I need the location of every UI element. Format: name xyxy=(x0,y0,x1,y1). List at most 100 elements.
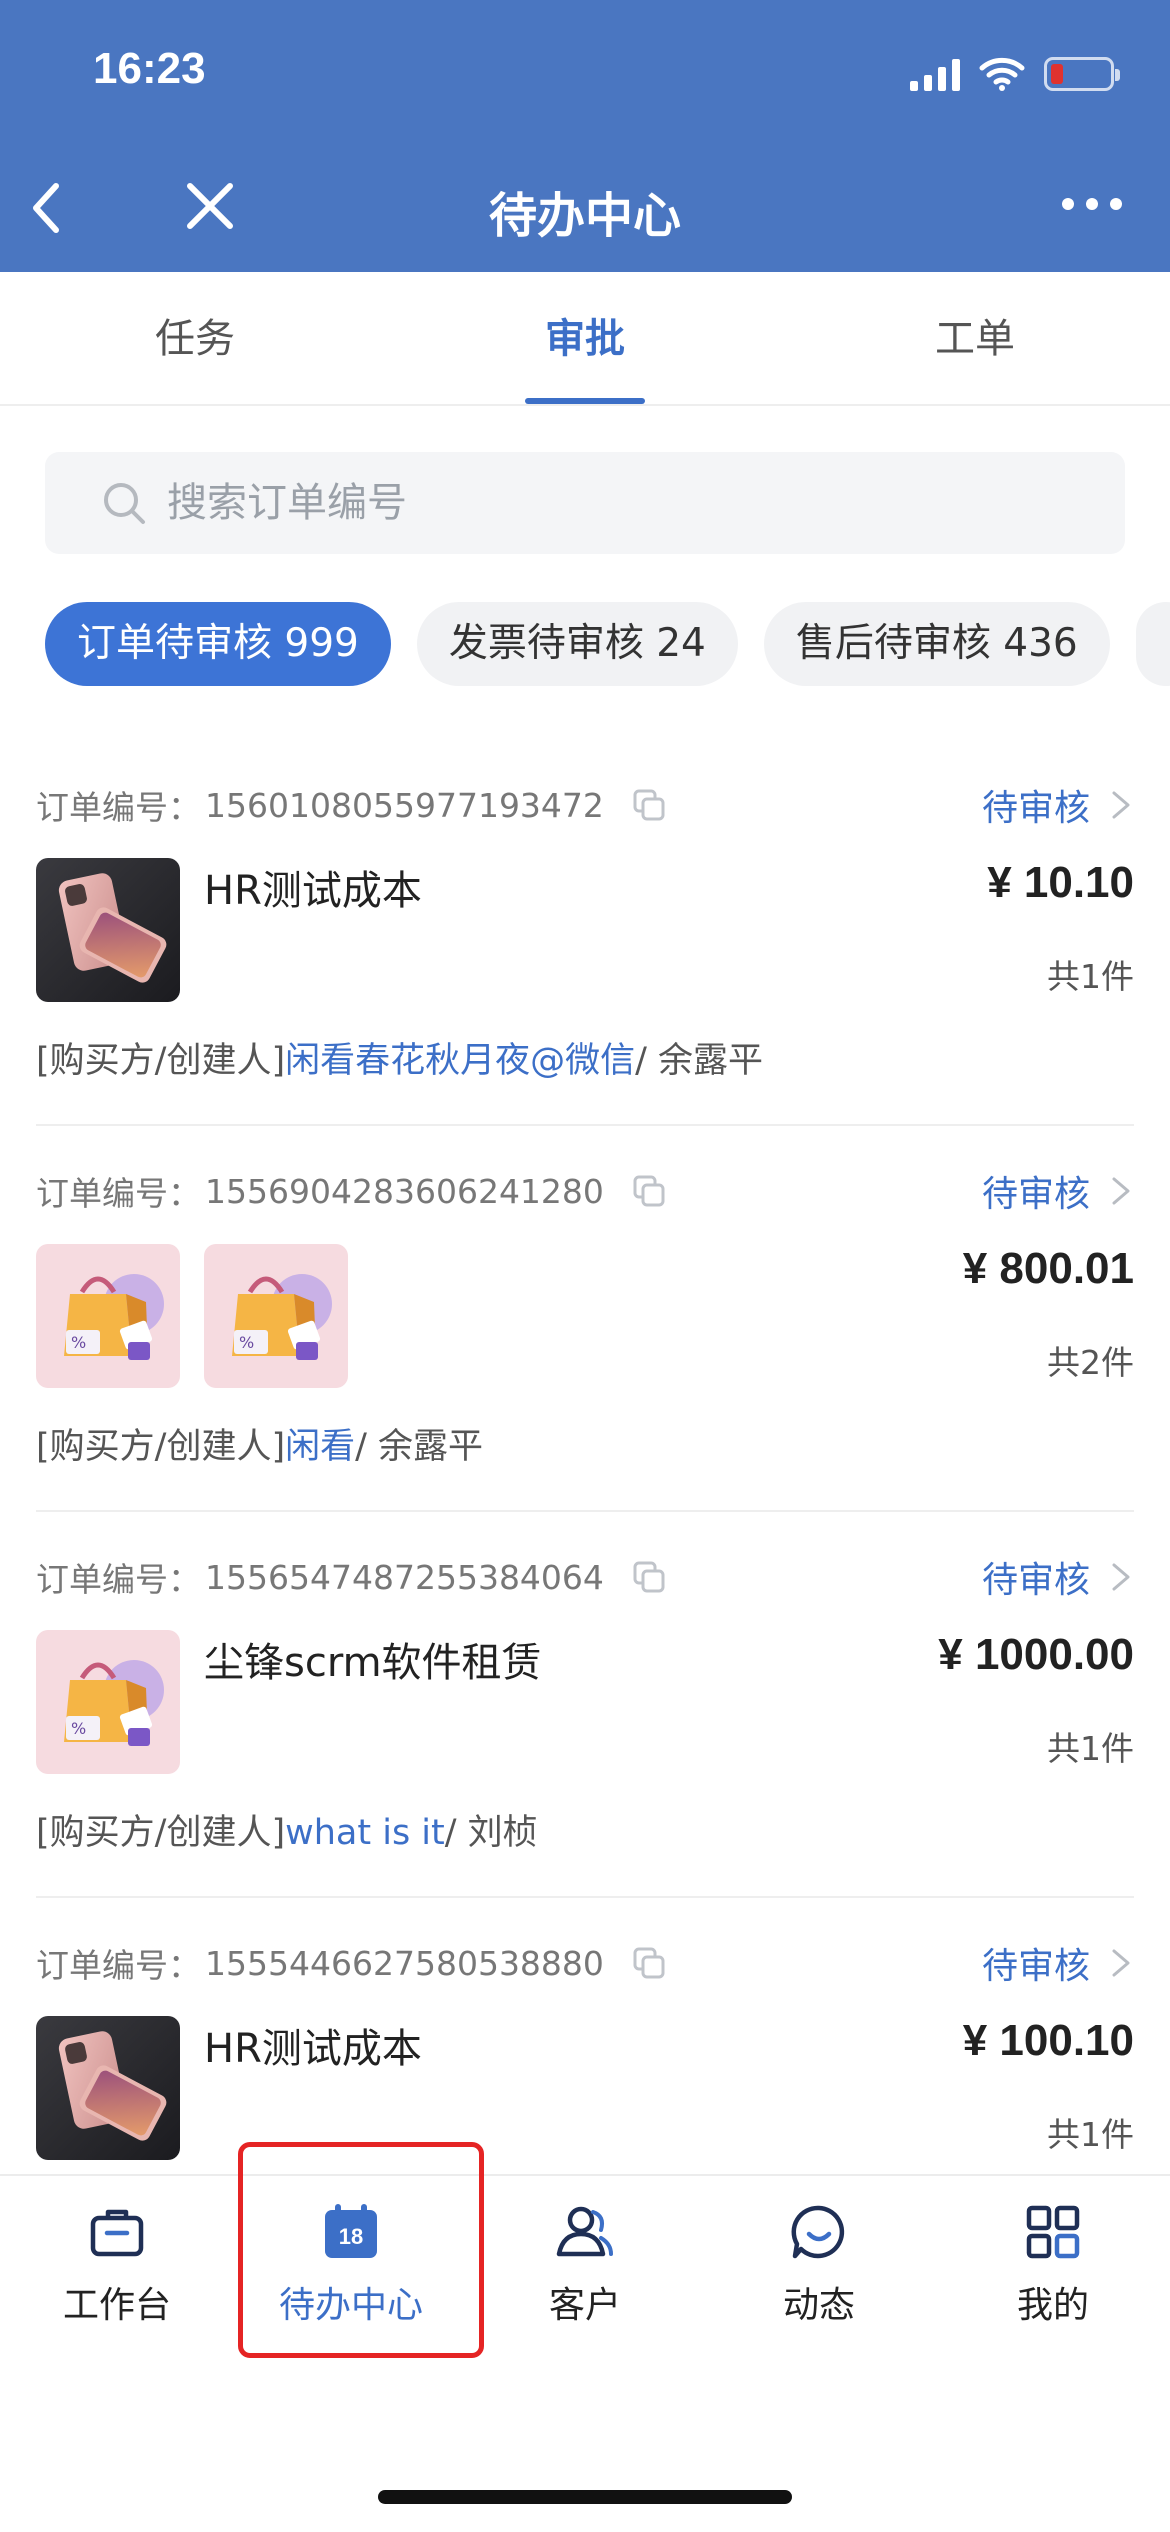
svg-text:%: % xyxy=(71,1719,86,1738)
buyer-name-link[interactable]: what is it xyxy=(285,1813,445,1853)
creator-name: / 刘桢 xyxy=(444,1813,538,1853)
status-icons xyxy=(910,52,1120,96)
buyer-info: [购买方/创建人]闲看/ 余露平 xyxy=(36,1418,483,1469)
product-name: HR测试成本 xyxy=(204,2026,422,2072)
nav-item-workbench[interactable]: 工作台 xyxy=(0,2176,234,2354)
phone-product-image xyxy=(36,2016,180,2160)
chip-more[interactable] xyxy=(1135,602,1170,686)
buyer-name-link[interactable]: 闲看 xyxy=(285,1427,355,1467)
product-thumbnails xyxy=(36,858,180,1002)
creator-name: / 余露平 xyxy=(355,1427,484,1467)
battery-icon xyxy=(1044,57,1120,91)
order-card[interactable]: 订单编号： 1556547487255384064 待审核 % 尘锋scrm软件… xyxy=(36,1512,1134,1898)
buyer-info: [购买方/创建人]闲看春花秋月夜@微信/ 余露平 xyxy=(36,1032,763,1083)
order-status[interactable]: 待审核 xyxy=(982,780,1134,830)
order-quantity: 共1件 xyxy=(1047,957,1134,996)
copy-icon[interactable] xyxy=(632,1560,666,1594)
header-bar: 16:23 待办中心 xyxy=(0,0,1170,272)
order-status[interactable]: 待审核 xyxy=(982,1938,1134,1988)
more-icon[interactable] xyxy=(1062,198,1122,210)
status-label: 待审核 xyxy=(981,1946,1090,1987)
chevron-right-icon xyxy=(1112,1177,1130,1205)
order-header: 订单编号： 1555446627580538880 待审核 xyxy=(36,1938,1134,1988)
order-status[interactable]: 待审核 xyxy=(982,1552,1134,1602)
customer-icon xyxy=(556,2206,613,2257)
grid-icon xyxy=(1026,2205,1080,2259)
order-number-label: 订单编号： xyxy=(36,1946,201,1985)
buyer-name-link[interactable]: 闲看春花秋月夜@微信 xyxy=(285,1041,635,1081)
phone-product-image xyxy=(36,858,180,1002)
order-number-label: 订单编号： xyxy=(36,1174,201,1213)
highlight-annotation xyxy=(238,2142,484,2358)
status-label: 待审核 xyxy=(981,788,1090,829)
copy-icon[interactable] xyxy=(632,1174,666,1208)
order-status[interactable]: 待审核 xyxy=(982,1166,1134,1216)
chip-invoice-pending[interactable]: 发票待审核 24 xyxy=(416,602,738,686)
order-header: 订单编号： 1556904283606241280 待审核 xyxy=(36,1166,1134,1216)
page-title: 待办中心 xyxy=(488,188,681,244)
nav-label: 动态 xyxy=(782,2285,855,2326)
chevron-right-icon xyxy=(1112,791,1130,819)
nav-label: 工作台 xyxy=(62,2285,171,2326)
buyer-info: [购买方/创建人]what is it/ 刘桢 xyxy=(36,1804,538,1855)
copy-icon[interactable] xyxy=(632,788,666,822)
order-number-label: 订单编号： xyxy=(36,788,201,827)
buyer-prefix: [购买方/创建人] xyxy=(36,1427,286,1467)
tab-work-order[interactable]: 工单 xyxy=(780,272,1170,404)
order-header: 订单编号： 1556547487255384064 待审核 xyxy=(36,1552,1134,1602)
order-card[interactable]: 订单编号： 1560108055977193472 待审核 HR测试成本 ¥ 1… xyxy=(36,740,1134,1126)
filter-chips: 订单待审核 999 发票待审核 24 售后待审核 436 xyxy=(45,602,1170,686)
nav-label: 客户 xyxy=(548,2285,621,2326)
shopping-bag-image: % xyxy=(204,1244,348,1388)
chip-order-pending[interactable]: 订单待审核 999 xyxy=(45,602,391,686)
tab-approval[interactable]: 审批 xyxy=(390,272,780,404)
nav-label: 我的 xyxy=(1016,2285,1089,2326)
chevron-right-icon xyxy=(1112,1563,1130,1591)
status-time: 16:23 xyxy=(93,44,206,93)
nav-item-customers[interactable]: 客户 xyxy=(468,2176,702,2354)
tab-tasks[interactable]: 任务 xyxy=(0,272,390,404)
order-quantity: 共1件 xyxy=(1047,2115,1134,2154)
order-header: 订单编号： 1560108055977193472 待审核 xyxy=(36,780,1134,830)
buyer-prefix: [购买方/创建人] xyxy=(36,1813,286,1853)
order-number: 1556547487255384064 xyxy=(205,1557,604,1597)
status-label: 待审核 xyxy=(981,1560,1090,1601)
nav-item-feed[interactable]: 动态 xyxy=(702,2176,936,2354)
search-icon xyxy=(104,483,145,524)
order-price: ¥ 1000.00 xyxy=(938,1630,1134,1679)
signal-icon xyxy=(910,57,960,91)
bottom-nav: 工作台 18 待办中心 客户 动态 我的 xyxy=(0,2174,1170,2532)
order-quantity: 共2件 xyxy=(1047,1343,1134,1382)
shopping-bag-image: % xyxy=(36,1244,180,1388)
order-list: 订单编号： 1560108055977193472 待审核 HR测试成本 ¥ 1… xyxy=(36,740,1134,2284)
order-quantity: 共1件 xyxy=(1047,1729,1134,1768)
svg-text:%: % xyxy=(239,1333,254,1352)
search-input[interactable] xyxy=(167,480,967,526)
chevron-right-icon xyxy=(1112,1949,1130,1977)
home-indicator xyxy=(378,2490,792,2504)
order-number: 1556904283606241280 xyxy=(205,1171,604,1211)
order-number: 1560108055977193472 xyxy=(205,785,604,825)
copy-icon[interactable] xyxy=(632,1946,666,1980)
product-thumbnails: % % xyxy=(36,1244,348,1388)
order-price: ¥ 800.01 xyxy=(962,1244,1134,1293)
shopping-bag-image: % xyxy=(36,1630,180,1774)
chip-aftersale-pending[interactable]: 售后待审核 436 xyxy=(763,602,1110,686)
creator-name: / 余露平 xyxy=(635,1041,764,1081)
order-card[interactable]: 订单编号： 1556904283606241280 待审核 % % ¥ 800.… xyxy=(36,1126,1134,1512)
order-number-label: 订单编号： xyxy=(36,1560,201,1599)
product-thumbnails xyxy=(36,2016,180,2160)
search-bar[interactable] xyxy=(45,452,1125,554)
tab-bar: 任务 审批 工单 xyxy=(0,272,1170,406)
nav-item-mine[interactable]: 我的 xyxy=(936,2176,1170,2354)
svg-text:%: % xyxy=(71,1333,86,1352)
order-price: ¥ 10.10 xyxy=(987,858,1134,907)
status-label: 待审核 xyxy=(981,1174,1090,1215)
chat-icon xyxy=(791,2205,845,2259)
wifi-icon xyxy=(979,57,1025,91)
order-number: 1555446627580538880 xyxy=(205,1943,604,1983)
product-thumbnails: % xyxy=(36,1630,180,1774)
product-name: 尘锋scrm软件租赁 xyxy=(204,1640,542,1686)
order-price: ¥ 100.10 xyxy=(962,2016,1134,2065)
product-name: HR测试成本 xyxy=(204,868,422,914)
